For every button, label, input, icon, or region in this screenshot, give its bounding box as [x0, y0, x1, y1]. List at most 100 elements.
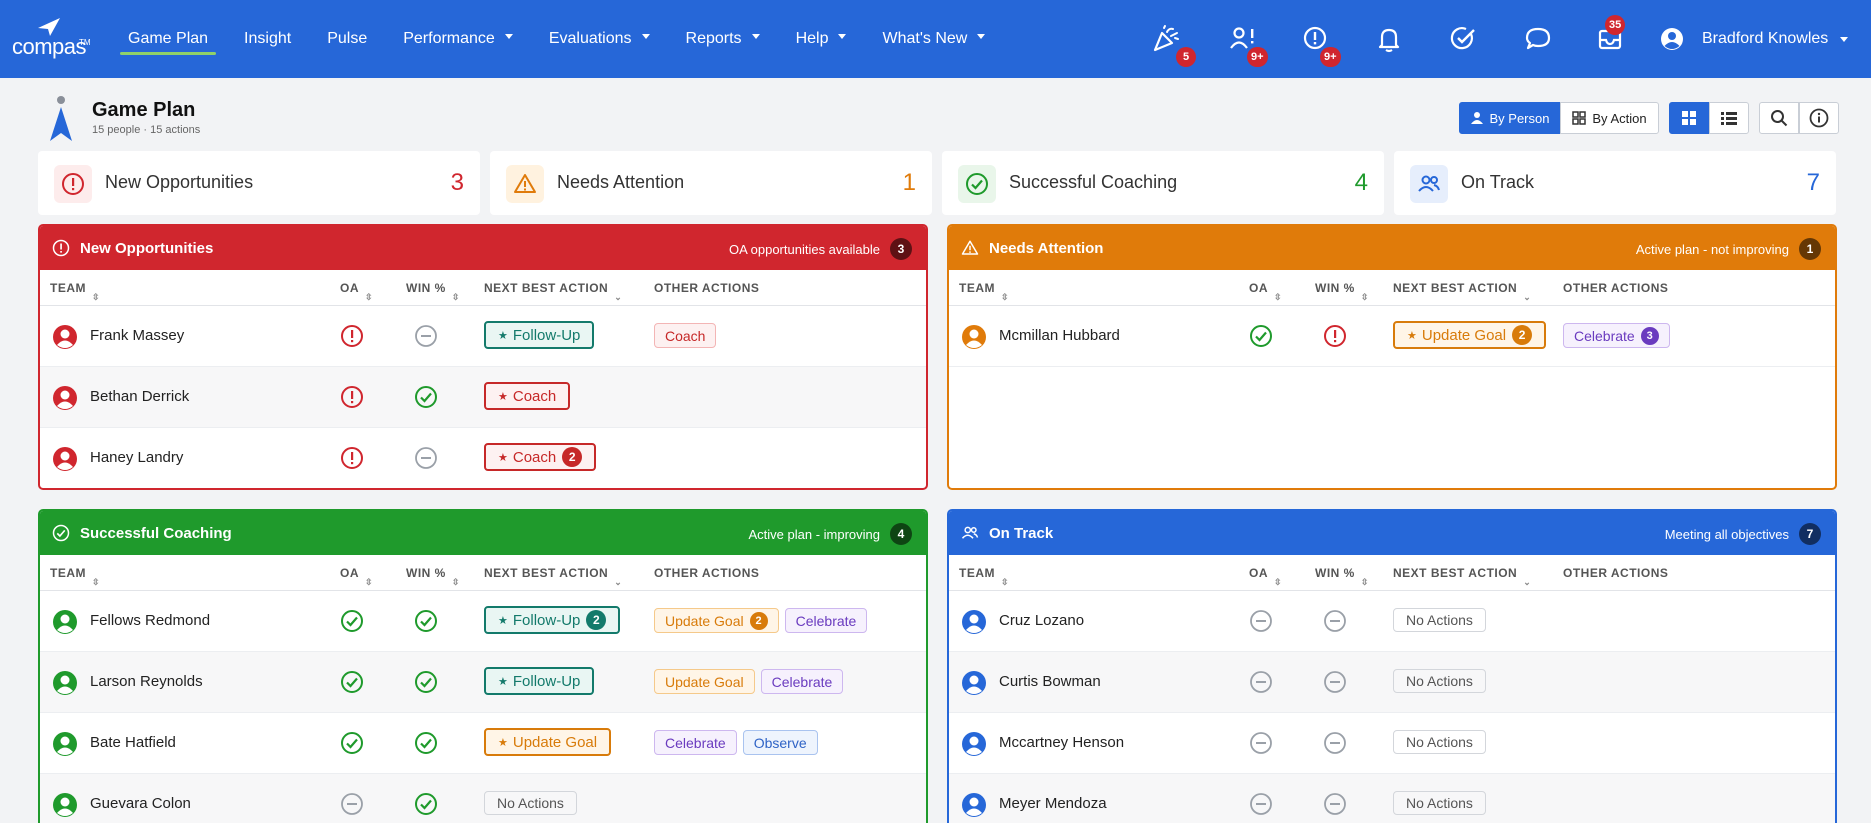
other-action-celebrate[interactable]: Celebrate: [760, 669, 844, 694]
column-win[interactable]: WIN % ⇳: [406, 281, 459, 302]
check-list-button[interactable]: [1448, 24, 1478, 54]
column-team-label: TEAM: [50, 566, 86, 580]
table-row[interactable]: Frank Massey ★ Follow-Up Coach: [40, 306, 926, 367]
other-action-coach[interactable]: Coach: [654, 323, 717, 348]
column-team[interactable]: TEAM ⇳: [50, 566, 100, 587]
nav-item-help[interactable]: Help: [778, 0, 865, 78]
table-row[interactable]: Bethan Derrick ★ Coach: [40, 367, 926, 428]
nav-item-reports[interactable]: Reports: [668, 0, 778, 78]
check-circle-icon: [415, 610, 437, 632]
other-action-celebrate[interactable]: Celebrate 3: [1563, 323, 1670, 348]
column-other-actions-label: OTHER ACTIONS: [1563, 566, 1669, 580]
column-team[interactable]: TEAM ⇳: [959, 566, 1009, 587]
oa-status: [340, 385, 364, 409]
column-team[interactable]: TEAM ⇳: [959, 281, 1009, 302]
search-button[interactable]: [1759, 102, 1799, 134]
next-best-action-button[interactable]: ★ Update Goal: [484, 728, 612, 756]
list-view-button[interactable]: [1709, 102, 1749, 134]
table-row[interactable]: Curtis Bowman No Actions: [949, 652, 1835, 713]
column-team[interactable]: TEAM ⇳: [50, 281, 100, 302]
column-next-best-action[interactable]: NEXT BEST ACTION ⌄: [1393, 281, 1531, 302]
table-row[interactable]: Mcmillan Hubbard ★ Update Goal 2 Celebrate 3: [949, 306, 1835, 367]
by-action-toggle[interactable]: By Action: [1560, 102, 1659, 134]
nav-item-insight[interactable]: Insight: [226, 0, 309, 78]
user-avatar-icon: [962, 671, 986, 695]
column-win-label: WIN %: [1315, 566, 1355, 580]
column-next-best-action[interactable]: NEXT BEST ACTION ⌄: [484, 566, 622, 587]
other-action-update-goal[interactable]: Update Goal 2: [654, 608, 779, 633]
next-best-action-button[interactable]: ★ Follow-Up: [484, 321, 595, 349]
other-action-observe[interactable]: Observe: [742, 730, 818, 755]
alert-button[interactable]: 9+: [1300, 24, 1341, 67]
celebrate-button[interactable]: 5: [1151, 24, 1196, 67]
column-oa[interactable]: OA ⇳: [1249, 566, 1282, 587]
chat-button[interactable]: [1523, 24, 1553, 54]
next-best-action-button[interactable]: ★ Coach 2: [484, 443, 597, 471]
table-row[interactable]: Larson Reynolds ★ Follow-Up Update Goal Cele…: [40, 652, 926, 713]
summary-card-needs-attention[interactable]: Needs Attention 1: [490, 151, 932, 215]
nav-item-performance[interactable]: Performance: [385, 0, 531, 78]
user-avatar-icon: [962, 793, 986, 817]
check-circle-icon: [1250, 325, 1272, 347]
panel-title: On Track: [989, 524, 1054, 542]
column-next-best-action[interactable]: NEXT BEST ACTION ⌄: [1393, 566, 1531, 587]
people-alert-button[interactable]: 9+: [1228, 24, 1268, 67]
by-person-toggle[interactable]: By Person: [1459, 102, 1560, 134]
nav-item-game-plan[interactable]: Game Plan: [110, 0, 226, 78]
other-action-celebrate[interactable]: Celebrate: [654, 730, 737, 755]
summary-card-successful-coaching[interactable]: Successful Coaching 4: [942, 151, 1384, 215]
summary-card-on-track[interactable]: On Track 7: [1394, 151, 1836, 215]
neutral-circle-icon: [1324, 793, 1346, 815]
next-best-action-button[interactable]: ★ Follow-Up 2: [484, 606, 621, 634]
table-row[interactable]: Haney Landry ★ Coach 2: [40, 428, 926, 488]
other-action-celebrate[interactable]: Celebrate: [784, 608, 868, 633]
other-action-label: Celebrate: [1574, 327, 1635, 344]
sort-icon: ⇳: [365, 292, 374, 302]
column-win[interactable]: WIN % ⇳: [1315, 566, 1368, 587]
nav-item-label: Insight: [244, 30, 292, 47]
table-row[interactable]: Fellows Redmond ★ Follow-Up 2 Update Goal 2 Ce…: [40, 591, 926, 652]
nav-item-what-s-new[interactable]: What's New: [864, 0, 1003, 78]
column-win[interactable]: WIN % ⇳: [1315, 281, 1368, 302]
summary-card-label: Needs Attention: [557, 172, 685, 192]
alert-circle-icon: [62, 173, 84, 195]
column-oa[interactable]: OA ⇳: [340, 281, 373, 302]
info-button[interactable]: [1799, 102, 1839, 134]
other-action-label: Update Goal: [665, 673, 744, 690]
summary-card-new-opportunities[interactable]: New Opportunities 3: [38, 151, 480, 215]
grid-view-button[interactable]: [1669, 102, 1709, 134]
column-oa[interactable]: OA ⇳: [340, 566, 373, 587]
column-next-best-action[interactable]: NEXT BEST ACTION ⌄: [484, 281, 622, 302]
user-menu[interactable]: Bradford Knowles: [1660, 27, 1849, 51]
game-plan-figure-icon: [50, 96, 72, 141]
table-row[interactable]: Cruz Lozano No Actions: [949, 591, 1835, 652]
column-win[interactable]: WIN % ⇳: [406, 566, 459, 587]
win-status: [1323, 792, 1347, 816]
other-action-update-goal[interactable]: Update Goal: [654, 669, 755, 694]
nav-item-evaluations[interactable]: Evaluations: [531, 0, 668, 78]
celebrate-icon: [1153, 25, 1179, 52]
win-status: [414, 731, 438, 755]
neutral-circle-icon: [1324, 610, 1346, 632]
check-list-icon: [1450, 27, 1475, 50]
summary-card-count: 7: [1806, 169, 1820, 196]
bell-button[interactable]: [1374, 24, 1404, 54]
oa-status: [1249, 670, 1273, 694]
table-row[interactable]: Meyer Mendoza No Actions: [949, 774, 1835, 823]
table-row[interactable]: Guevara Colon No Actions: [40, 774, 926, 823]
panel-status-text: Meeting all objectives: [1664, 526, 1789, 542]
no-actions-label: No Actions: [1393, 669, 1486, 693]
table-row[interactable]: Bate Hatfield ★ Update Goal Celebrate Observ…: [40, 713, 926, 774]
next-best-action-button[interactable]: ★ Follow-Up: [484, 667, 595, 695]
next-best-action-button[interactable]: ★ Update Goal 2: [1393, 321, 1547, 349]
compas-logo[interactable]: compas TM: [12, 16, 92, 60]
next-best-action-button[interactable]: ★ Coach: [484, 382, 571, 410]
column-other-actions: OTHER ACTIONS: [1563, 566, 1668, 580]
table-row[interactable]: Mccartney Henson No Actions: [949, 713, 1835, 774]
oa-status: [1249, 792, 1273, 816]
column-oa[interactable]: OA ⇳: [1249, 281, 1282, 302]
nav-item-pulse[interactable]: Pulse: [309, 0, 385, 78]
inbox-button[interactable]: 35: [1595, 15, 1626, 54]
star-icon: ★: [498, 675, 508, 688]
by-action-label: By Action: [1592, 110, 1647, 126]
